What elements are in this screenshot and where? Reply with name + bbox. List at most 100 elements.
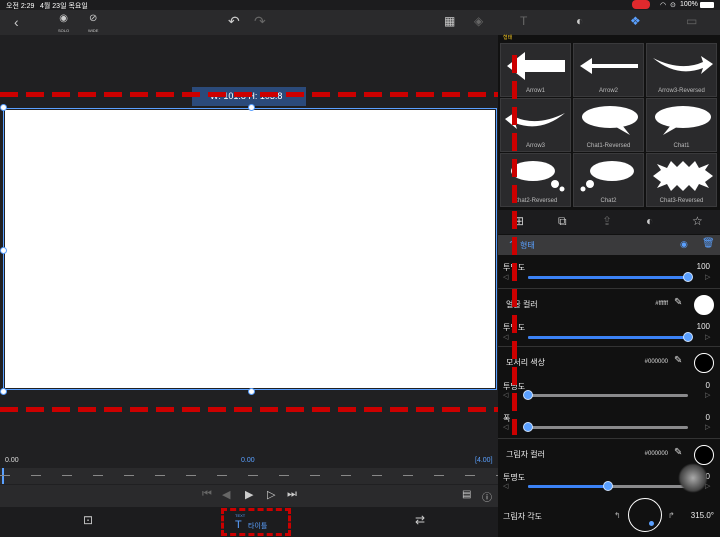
favorite-star-icon[interactable]: ☆ xyxy=(692,214,703,228)
title-tab[interactable]: TEXT T 타이틀 xyxy=(221,508,291,536)
eyedropper-icon[interactable]: ✎ xyxy=(674,447,682,458)
shadow-opacity-slider-knob[interactable] xyxy=(603,481,613,491)
opacity-slider-knob[interactable] xyxy=(683,272,693,282)
panel-icon-row: ⊞ ⧉ ⇪ ◐ ☆ xyxy=(498,210,720,234)
face-opacity-slider[interactable] xyxy=(528,332,693,342)
shape-name: Chat1 xyxy=(673,143,690,149)
help-icon[interactable]: ⓘ xyxy=(482,489,492,504)
text-tab-label: TEXT xyxy=(235,513,246,518)
shape-cell-chat2[interactable]: Chat2 xyxy=(573,153,644,207)
shadow-opacity-slider[interactable] xyxy=(528,481,688,491)
shape-cell-chat3-reversed[interactable]: Chat3-Reversed xyxy=(646,153,717,207)
back-chevron-icon[interactable]: ‹ xyxy=(14,14,19,30)
shape-preview[interactable] xyxy=(5,110,495,388)
rotation-lock-icon: ⊙ xyxy=(670,2,676,9)
step-back-icon[interactable]: ◀ xyxy=(222,488,230,501)
width-inc-icon[interactable]: ▷ xyxy=(705,423,710,431)
step-forward-icon[interactable]: ▷ xyxy=(267,488,275,501)
shape-cell-arrow1[interactable]: Arrow1 xyxy=(500,43,571,97)
trash-icon[interactable]: 🗑 xyxy=(702,238,715,249)
opacity-slider[interactable] xyxy=(528,272,693,282)
shape-cell-chat2-reversed[interactable]: Chat2-Reversed xyxy=(500,153,571,207)
shape-cell-arrow3[interactable]: Arrow3 xyxy=(500,98,571,152)
wide-label: WIDE xyxy=(88,28,99,33)
edge-opacity-value: 0 xyxy=(705,381,710,390)
width-slider[interactable] xyxy=(523,422,688,432)
width-slider-knob[interactable] xyxy=(523,422,533,432)
battery-icon xyxy=(700,2,714,8)
opacity-value: 100 xyxy=(696,262,710,271)
image-icon[interactable]: ▭ xyxy=(686,14,697,28)
shadow-color-label: 그림자 컬러 xyxy=(506,450,546,459)
solo-view-button[interactable]: ◉ SOLO xyxy=(58,13,69,34)
shadow-angle-dial[interactable] xyxy=(628,498,662,532)
shape-cell-chat1[interactable]: Chat1 xyxy=(646,98,717,152)
edge-opacity-dec-icon[interactable]: ◁ xyxy=(503,391,508,399)
visibility-eye-icon[interactable]: ◉ xyxy=(680,239,688,250)
face-opacity-dec-icon[interactable]: ◁ xyxy=(503,333,508,341)
face-color-label: 얼굴 컬러 xyxy=(506,300,538,309)
shapes-tab-icon[interactable]: ❖ xyxy=(630,14,641,28)
undo-icon[interactable]: ↶ xyxy=(228,13,240,30)
edge-opacity-slider[interactable] xyxy=(523,390,688,400)
clipboard-icon[interactable]: ▤ xyxy=(462,489,471,500)
resize-handle-bl[interactable] xyxy=(0,388,7,395)
shape-name: Chat3-Reversed xyxy=(659,198,704,204)
width-dec-icon[interactable]: ◁ xyxy=(503,423,508,431)
solo-label: SOLO xyxy=(58,28,70,33)
edge-opacity-slider-knob[interactable] xyxy=(523,390,533,400)
opacity-dec-icon[interactable]: ◁ xyxy=(503,273,508,281)
palette-icon[interactable]: ◐ xyxy=(646,214,653,228)
resize-handle-tl[interactable] xyxy=(0,104,7,111)
resize-handle-b[interactable] xyxy=(248,388,255,395)
shape-cell-arrow2[interactable]: Arrow2 xyxy=(573,43,644,97)
timeline-track[interactable] xyxy=(0,468,498,484)
shadow-color-swatch[interactable] xyxy=(694,445,714,465)
add-image-icon[interactable]: ⧉ xyxy=(558,214,567,229)
export-icon[interactable]: ⇪ xyxy=(602,214,612,228)
skip-end-icon[interactable]: ⏭ xyxy=(287,488,297,501)
width-value: 0 xyxy=(705,413,710,422)
edge-color-swatch[interactable] xyxy=(694,353,714,373)
header-title: 형태 xyxy=(520,241,535,250)
shape-cell-chat1-reversed[interactable]: Chat1-Reversed xyxy=(573,98,644,152)
cube-icon[interactable]: ◈ xyxy=(474,14,483,28)
eye-slash-icon: ⊘ xyxy=(89,13,98,24)
swap-icon[interactable]: ⇄ xyxy=(415,513,425,527)
angle-cw-icon[interactable]: ↱ xyxy=(668,511,675,520)
edge-opacity-inc-icon[interactable]: ▷ xyxy=(705,391,710,399)
dial-indicator[interactable] xyxy=(649,521,654,526)
timeline-current: 0.00 xyxy=(241,457,255,464)
eye-icon: ◉ xyxy=(59,13,68,24)
face-opacity-inc-icon[interactable]: ▷ xyxy=(705,333,710,341)
shadow-opacity-dec-icon[interactable]: ◁ xyxy=(503,482,508,490)
face-opacity-slider-knob[interactable] xyxy=(683,332,693,342)
color-wheel-icon[interactable]: ◐ xyxy=(576,14,583,28)
opacity-inc-icon[interactable]: ▷ xyxy=(705,273,710,281)
right-panel: 형태 Arrow1 Arrow2 Arrow3-Reversed Arrow3 Chat… xyxy=(498,35,720,537)
shape-thumbnail-icon xyxy=(582,106,638,135)
edge-color-hex: #000000 xyxy=(644,359,668,365)
shape-cell-arrow3-reversed[interactable]: Arrow3-Reversed xyxy=(646,43,717,97)
playhead[interactable] xyxy=(2,468,4,484)
edge-color-row: 모서리 색상 #000000 ✎ xyxy=(498,346,720,378)
assistive-touch-button[interactable] xyxy=(678,463,708,493)
text-tool-icon[interactable]: T xyxy=(520,14,527,28)
qr-grid-icon[interactable]: ▦ xyxy=(444,14,455,28)
resize-handle-t[interactable] xyxy=(248,104,255,111)
face-color-swatch[interactable] xyxy=(694,295,714,315)
face-opacity-slider-fill xyxy=(528,336,688,339)
title-tab-label: 타이틀 xyxy=(248,523,268,530)
eyedropper-icon[interactable]: ✎ xyxy=(674,297,682,308)
redo-icon[interactable]: ↷ xyxy=(254,13,266,30)
wide-view-button[interactable]: ⊘ WIDE xyxy=(88,13,98,34)
eyedropper-icon[interactable]: ✎ xyxy=(674,355,682,366)
resize-handle-l[interactable] xyxy=(0,247,7,254)
timeline-ticks xyxy=(0,475,498,476)
fit-screen-icon[interactable]: ⊡ xyxy=(83,513,93,527)
play-icon[interactable]: ▶ xyxy=(245,488,253,501)
shape-thumbnail-icon xyxy=(580,58,638,74)
guide-line-bottom xyxy=(0,407,498,412)
skip-start-icon[interactable]: ⏮ xyxy=(202,488,212,501)
angle-ccw-icon[interactable]: ↰ xyxy=(614,511,621,520)
